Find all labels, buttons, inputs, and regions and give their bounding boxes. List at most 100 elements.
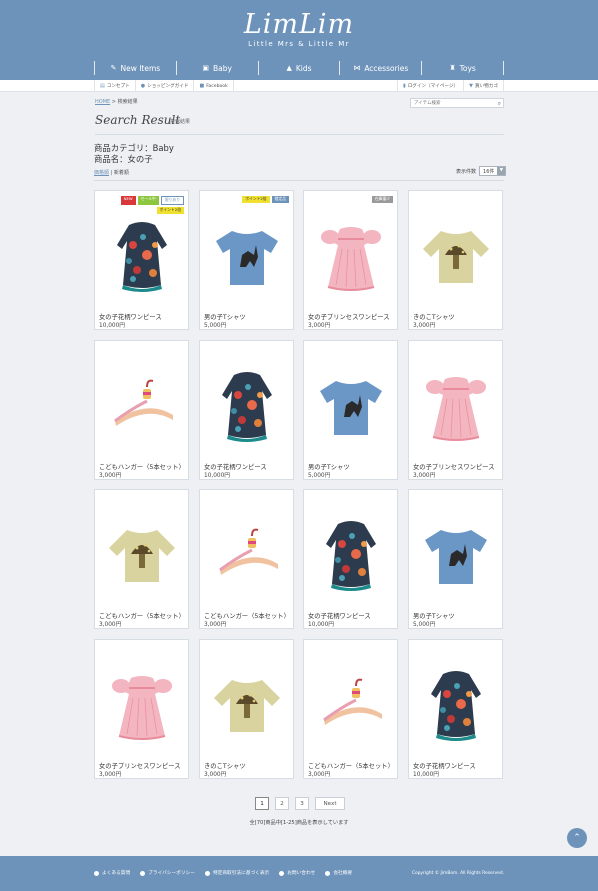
product-card[interactable]: こどもハンガー（5本セット） 3,000円 xyxy=(94,489,189,629)
back-to-top-button[interactable]: ⌃ xyxy=(567,828,587,848)
product-card[interactable]: 男の子Tシャツ 5,000円 xyxy=(408,489,503,629)
nav-label: Baby xyxy=(213,63,232,73)
breadcrumb-home[interactable]: HOME xyxy=(95,99,110,105)
product-image[interactable] xyxy=(316,514,386,594)
product-card[interactable]: 女の子花柄ワンピース 10,000円 xyxy=(199,340,294,480)
product-card[interactable]: NEW セール中 限りあり ポイント2倍 女の子花柄ワンピース 10,000円 xyxy=(94,190,189,330)
footer-link-contact[interactable]: お問い合わせ xyxy=(279,870,315,876)
cart-icon: ▼ xyxy=(469,83,474,89)
footer-link-legal[interactable]: 特定商取引法に基づく表示 xyxy=(204,870,270,876)
breadcrumb: HOME > 検索結果 xyxy=(95,98,138,105)
product-card[interactable]: こどもハンガー（5本セット） 3,000円 xyxy=(199,489,294,629)
shopping-guide-link[interactable]: ● ショッピングガイド xyxy=(136,80,195,92)
footer-links: よくある質問 プライバシーポリシー 特定商取引法に基づく表示 お問い合わせ 会社… xyxy=(94,870,352,876)
page-3-button[interactable]: 3 xyxy=(295,797,309,810)
footer-link-faq[interactable]: よくある質問 xyxy=(94,870,130,876)
util-label: Facebook xyxy=(206,83,228,89)
product-price: 3,000円 xyxy=(308,323,331,329)
product-price: 3,000円 xyxy=(204,772,227,778)
product-image[interactable] xyxy=(212,215,282,295)
cart-link[interactable]: ▼ 買い物カゴ xyxy=(464,80,504,92)
product-card[interactable]: 女の子プリンセスワンピース 3,000円 xyxy=(94,639,189,779)
status-badge: 限りあり xyxy=(160,196,184,205)
product-image[interactable] xyxy=(421,664,491,744)
logo-brand: LimLim xyxy=(243,9,355,40)
product-card[interactable]: 女の子花柄ワンピース 10,000円 xyxy=(303,489,398,629)
divider xyxy=(94,180,504,181)
product-price: 3,000円 xyxy=(99,772,122,778)
product-price: 3,000円 xyxy=(204,622,227,628)
footer-link-privacy[interactable]: プライバシーポリシー xyxy=(140,870,195,876)
logo-tagline: Little Mrs & Little Mr xyxy=(248,40,350,48)
sort-divider: | xyxy=(110,170,113,176)
product-card[interactable]: 女の子プリンセスワンピース 3,000円 xyxy=(408,340,503,480)
per-page-select[interactable]: 16件 ▼ xyxy=(479,166,507,176)
nav-accessories[interactable]: ⋈ Accessories xyxy=(339,61,421,75)
product-card[interactable]: ポイント2倍 限定品 男の子Tシャツ 5,000円 xyxy=(199,190,294,330)
nav-label: Kids xyxy=(295,63,312,73)
bullet-icon xyxy=(279,870,285,876)
product-card[interactable]: きのこTシャツ 3,000円 xyxy=(408,190,503,330)
utility-links-right: ▮ ログイン（マイページ） ▼ 買い物カゴ xyxy=(396,80,504,92)
pin-icon: ✎ xyxy=(110,64,117,72)
page-title-row: Search Result 検索結果 xyxy=(95,113,504,135)
product-image[interactable] xyxy=(421,365,491,445)
per-page-value: 16件 xyxy=(483,168,495,175)
site-logo[interactable]: LimLim Little Mrs & Little Mr xyxy=(0,9,598,49)
product-image[interactable] xyxy=(107,215,177,295)
product-card[interactable]: こどもハンガー（5本セット） 3,000円 xyxy=(94,340,189,480)
nav-baby[interactable]: ▣ Baby xyxy=(175,61,258,75)
status-badge: ポイント2倍 xyxy=(156,206,184,214)
product-price: 10,000円 xyxy=(413,772,440,778)
product-card[interactable]: 在庫僅少 女の子プリンセスワンピース 3,000円 xyxy=(303,190,398,330)
product-card[interactable]: こどもハンガー（5本セット） 3,000円 xyxy=(303,639,398,779)
util-label: コンセプト xyxy=(106,84,130,89)
nav-toys[interactable]: ♜ Toys xyxy=(421,61,504,75)
sort-bar: 価格順 | 新着順 xyxy=(94,169,129,176)
product-image[interactable] xyxy=(107,514,177,594)
utility-links-left: ▤ コンセプト ● ショッピングガイド ■ Facebook xyxy=(94,80,234,92)
footer-link-company[interactable]: 会社概要 xyxy=(325,870,352,876)
product-price: 10,000円 xyxy=(308,622,335,628)
product-card[interactable]: 女の子花柄ワンピース 10,000円 xyxy=(408,639,503,779)
page-2-button[interactable]: 2 xyxy=(275,797,289,810)
nav-kids[interactable]: ▲ Kids xyxy=(257,61,340,75)
nav-label: Accessories xyxy=(364,63,409,73)
product-image[interactable] xyxy=(316,365,386,445)
utility-bar: ▤ コンセプト ● ショッピングガイド ■ Facebook ▮ ログイン（マイ… xyxy=(0,80,598,92)
util-label: 買い物カゴ xyxy=(475,84,498,89)
product-image[interactable] xyxy=(316,215,386,295)
facebook-link[interactable]: ■ Facebook xyxy=(194,80,234,92)
tshirt-icon: ▲ xyxy=(286,64,292,72)
search-icon[interactable]: ⌕ xyxy=(498,100,501,107)
product-image[interactable] xyxy=(212,514,282,594)
search-box: ⌕ xyxy=(410,98,504,108)
nav-label: New Items xyxy=(120,63,161,73)
product-image[interactable] xyxy=(107,365,177,445)
product-card[interactable]: きのこTシャツ 3,000円 xyxy=(199,639,294,779)
page-1-button[interactable]: 1 xyxy=(255,797,269,810)
info-icon: ● xyxy=(140,83,146,89)
product-price: 5,000円 xyxy=(413,622,436,628)
sort-newest[interactable]: 新着順 xyxy=(114,170,129,176)
nav-new-items[interactable]: ✎ New Items xyxy=(94,61,176,75)
product-price: 3,000円 xyxy=(308,772,331,778)
search-input[interactable] xyxy=(414,100,494,107)
sort-price[interactable]: 価格順 xyxy=(94,170,109,176)
product-image[interactable] xyxy=(421,514,491,594)
product-image[interactable] xyxy=(212,365,282,445)
util-label: ショッピングガイド xyxy=(147,84,189,89)
product-image[interactable] xyxy=(212,664,282,744)
product-card[interactable]: 男の子Tシャツ 5,000円 xyxy=(303,340,398,480)
chevron-down-icon: ▼ xyxy=(497,167,506,175)
concept-link[interactable]: ▤ コンセプト xyxy=(94,80,136,92)
next-page-button[interactable]: Next xyxy=(315,797,345,810)
product-image[interactable] xyxy=(107,664,177,744)
breadcrumb-separator: > xyxy=(111,99,116,105)
product-image[interactable] xyxy=(316,664,386,744)
login-link[interactable]: ▮ ログイン（マイページ） xyxy=(396,80,465,92)
footer-link-label: 特定商取引法に基づく表示 xyxy=(212,871,270,876)
footer-link-label: お問い合わせ xyxy=(287,871,316,876)
copyright: Copyright © JimBom. All Rights Reserved. xyxy=(411,871,504,876)
product-image[interactable] xyxy=(421,215,491,295)
